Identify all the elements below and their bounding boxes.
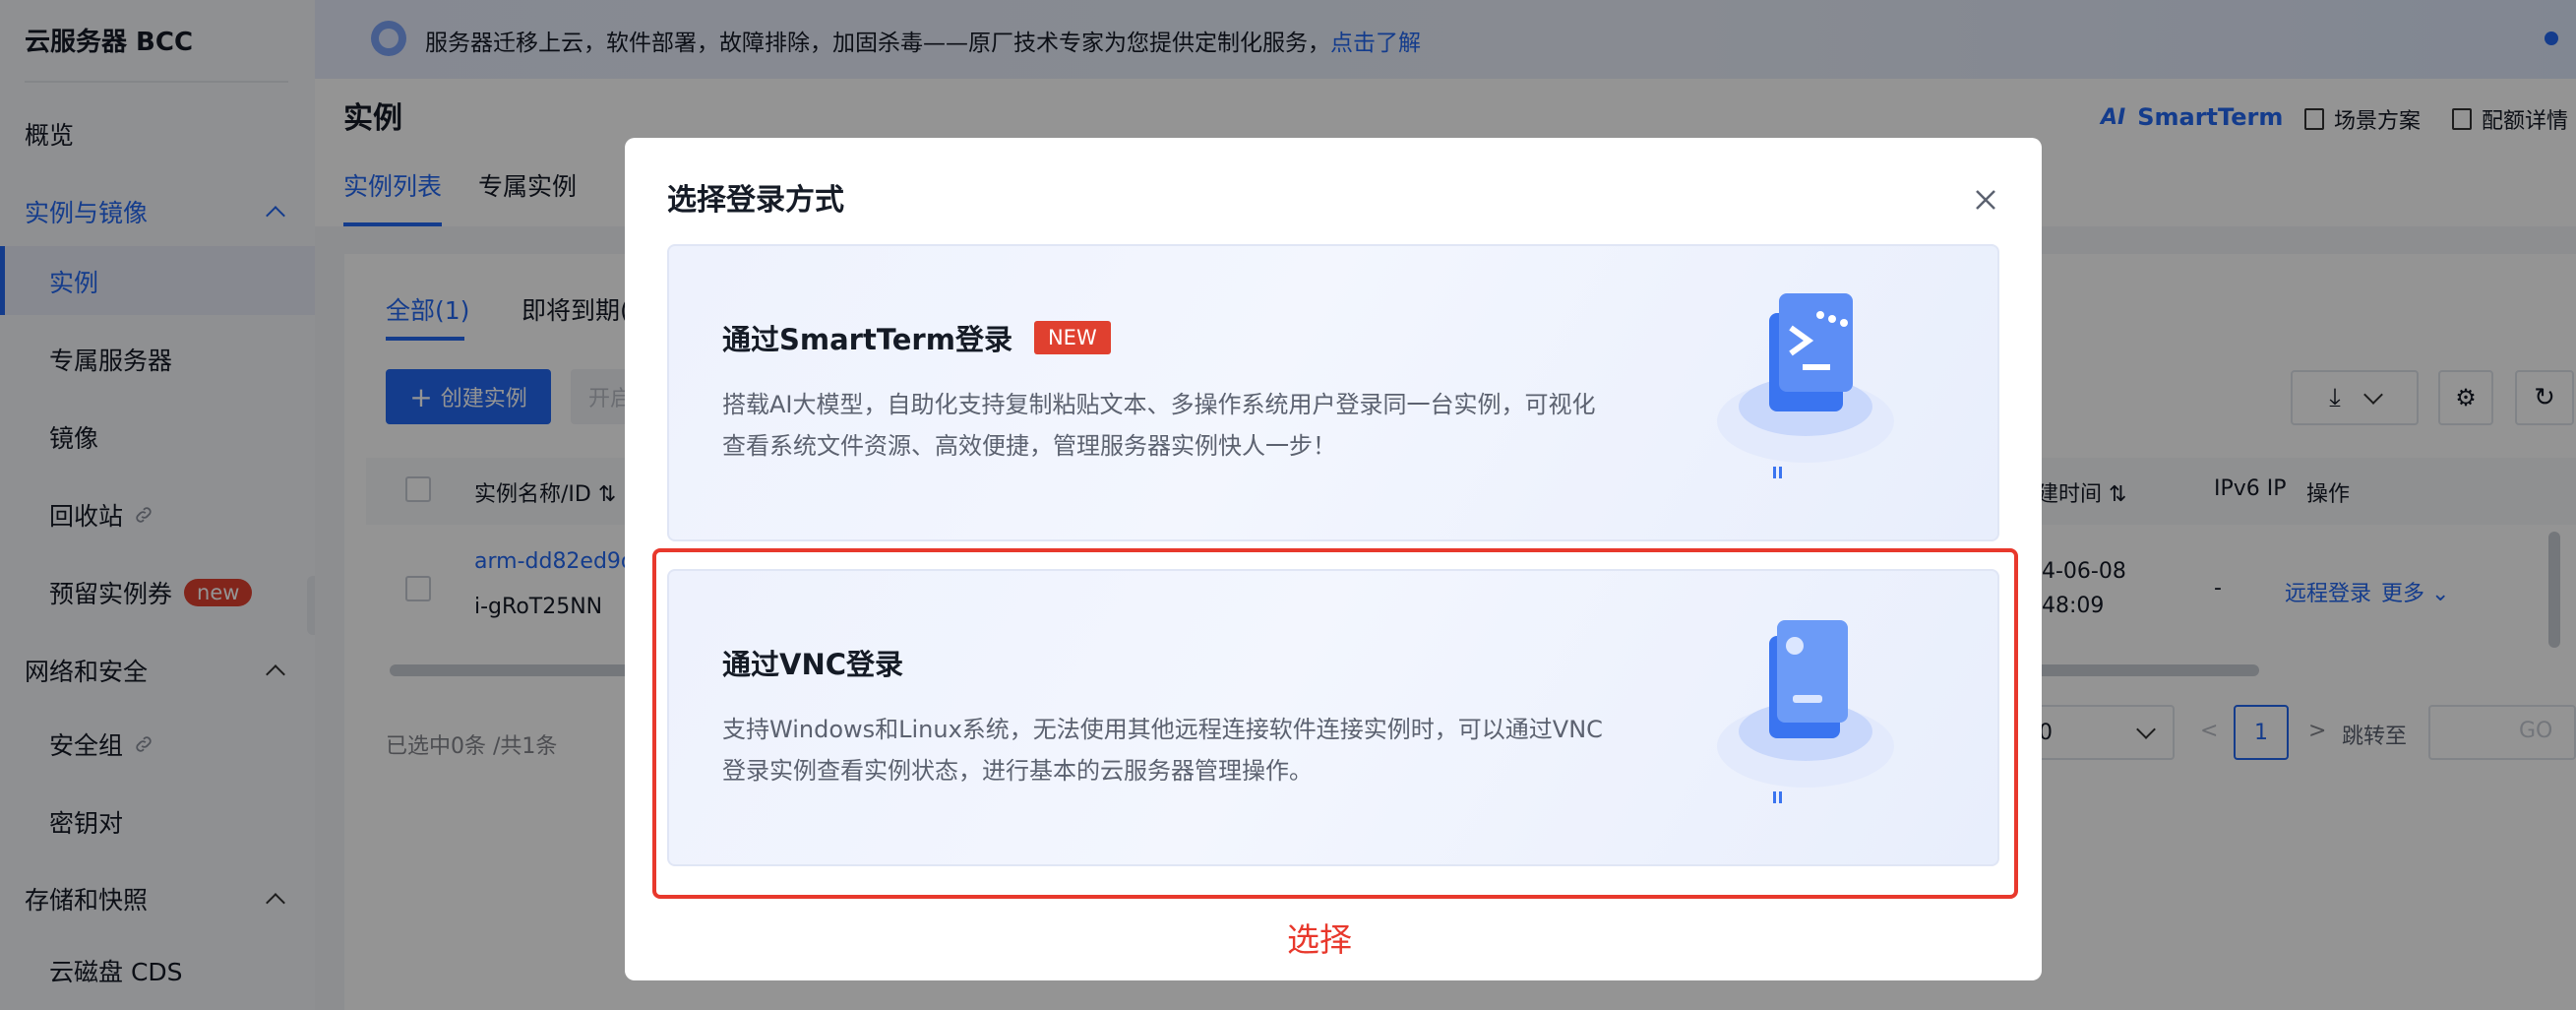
terminal-illustration-icon: [1717, 293, 1894, 478]
new-tag: NEW: [1033, 321, 1111, 354]
option-desc-line: 搭载AI大模型，自助化支持复制粘贴文本、多操作系统用户登录同一台实例，可视化: [722, 391, 1596, 418]
selection-highlight-box: [652, 548, 2018, 899]
option-desc-line: 查看系统文件资源、高效便捷，管理服务器实例快人一步！: [722, 432, 1336, 460]
option-title-text: 通过SmartTerm登录: [722, 323, 1012, 356]
close-icon[interactable]: [1971, 185, 2000, 215]
selection-annotation-label: 选择: [1287, 920, 1352, 959]
option-description: 搭载AI大模型，自助化支持复制粘贴文本、多操作系统用户登录同一台实例，可视化 查…: [722, 384, 1667, 467]
option-title: 通过SmartTerm登录 NEW: [722, 317, 1111, 358]
option-smartterm-login[interactable]: 通过SmartTerm登录 NEW 搭载AI大模型，自助化支持复制粘贴文本、多操…: [667, 244, 1999, 541]
dialog-title: 选择登录方式: [667, 183, 844, 218]
